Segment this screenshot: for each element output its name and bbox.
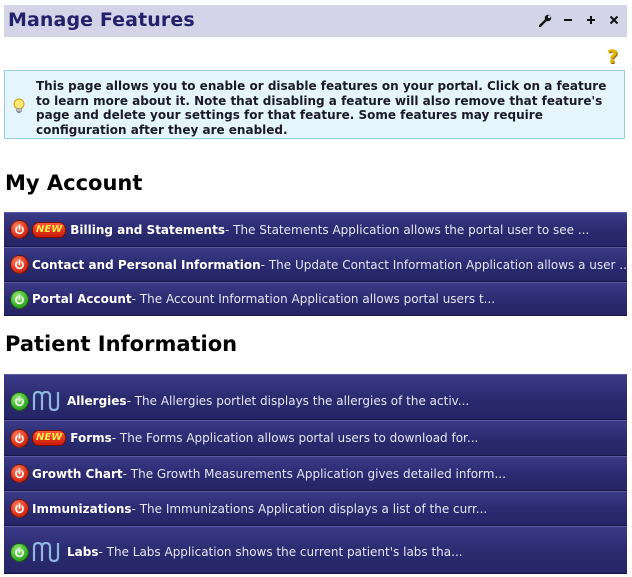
feature-description: - The Statements Application allows the …	[224, 222, 590, 237]
feature-name[interactable]: Portal Account	[32, 292, 132, 306]
power-off-icon[interactable]	[10, 220, 29, 239]
feature-description: - The Labs Application shows the current…	[98, 545, 463, 559]
feature-name[interactable]: Immunizations	[32, 502, 132, 516]
power-off-icon[interactable]	[10, 464, 29, 483]
feature-row-billing[interactable]: NEW Billing and Statements - The Stateme…	[4, 212, 627, 247]
section-heading-my-account: My Account	[5, 171, 143, 195]
title-bar: Manage Features	[4, 5, 627, 37]
page-title: Manage Features	[8, 9, 195, 31]
minimize-icon[interactable]	[561, 13, 575, 27]
feature-description: - The Growth Measurements Application gi…	[122, 466, 506, 481]
power-off-icon[interactable]	[10, 499, 29, 518]
window-controls	[538, 13, 621, 27]
info-box: This page allows you to enable or disabl…	[4, 70, 625, 139]
feature-row-forms[interactable]: NEW Forms - The Forms Application allows…	[4, 420, 627, 456]
feature-row-growth-chart[interactable]: Growth Chart - The Growth Measurements A…	[4, 456, 627, 491]
feature-name[interactable]: Contact and Personal Information	[32, 258, 261, 272]
question-mark-icon[interactable]: ?	[607, 46, 627, 68]
feature-description: - The Immunizations Application displays…	[131, 501, 488, 516]
feature-name[interactable]: Growth Chart	[32, 467, 123, 481]
feature-row-immunizations[interactable]: Immunizations - The Immunizations Applic…	[4, 491, 627, 526]
medical-logo-icon	[32, 390, 60, 412]
lightbulb-icon	[13, 98, 25, 114]
section-heading-patient-information: Patient Information	[5, 332, 238, 356]
feature-row-allergies[interactable]: Allergies - The Allergies portlet displa…	[4, 374, 627, 420]
wrench-icon[interactable]	[538, 13, 552, 27]
feature-name[interactable]: Billing and Statements	[70, 223, 225, 237]
power-on-icon[interactable]	[10, 289, 29, 309]
feature-description: - The Forms Application allows portal us…	[111, 431, 479, 445]
feature-name[interactable]: Allergies	[67, 394, 127, 408]
feature-description: - The Allergies portlet displays the all…	[126, 394, 470, 408]
plus-icon[interactable]	[584, 13, 598, 27]
medical-logo-icon	[32, 541, 60, 563]
feature-description: - The Update Contact Information Applica…	[260, 257, 631, 272]
feature-row-portal-account[interactable]: Portal Account - The Account Information…	[4, 282, 627, 316]
feature-row-labs[interactable]: Labs - The Labs Application shows the cu…	[4, 526, 627, 574]
power-off-icon[interactable]	[10, 428, 29, 448]
power-on-icon[interactable]	[10, 391, 29, 411]
power-on-icon[interactable]	[10, 542, 29, 562]
info-text: This page allows you to enable or disabl…	[36, 79, 607, 137]
feature-name[interactable]: Labs	[67, 545, 98, 559]
feature-row-contact[interactable]: Contact and Personal Information - The U…	[4, 247, 631, 282]
close-icon[interactable]	[607, 13, 621, 27]
power-off-icon[interactable]	[10, 255, 29, 274]
feature-name[interactable]: Forms	[70, 431, 112, 445]
new-badge: NEW	[32, 430, 67, 446]
feature-description: - The Account Information Application al…	[131, 292, 496, 306]
new-badge: NEW	[32, 221, 67, 238]
